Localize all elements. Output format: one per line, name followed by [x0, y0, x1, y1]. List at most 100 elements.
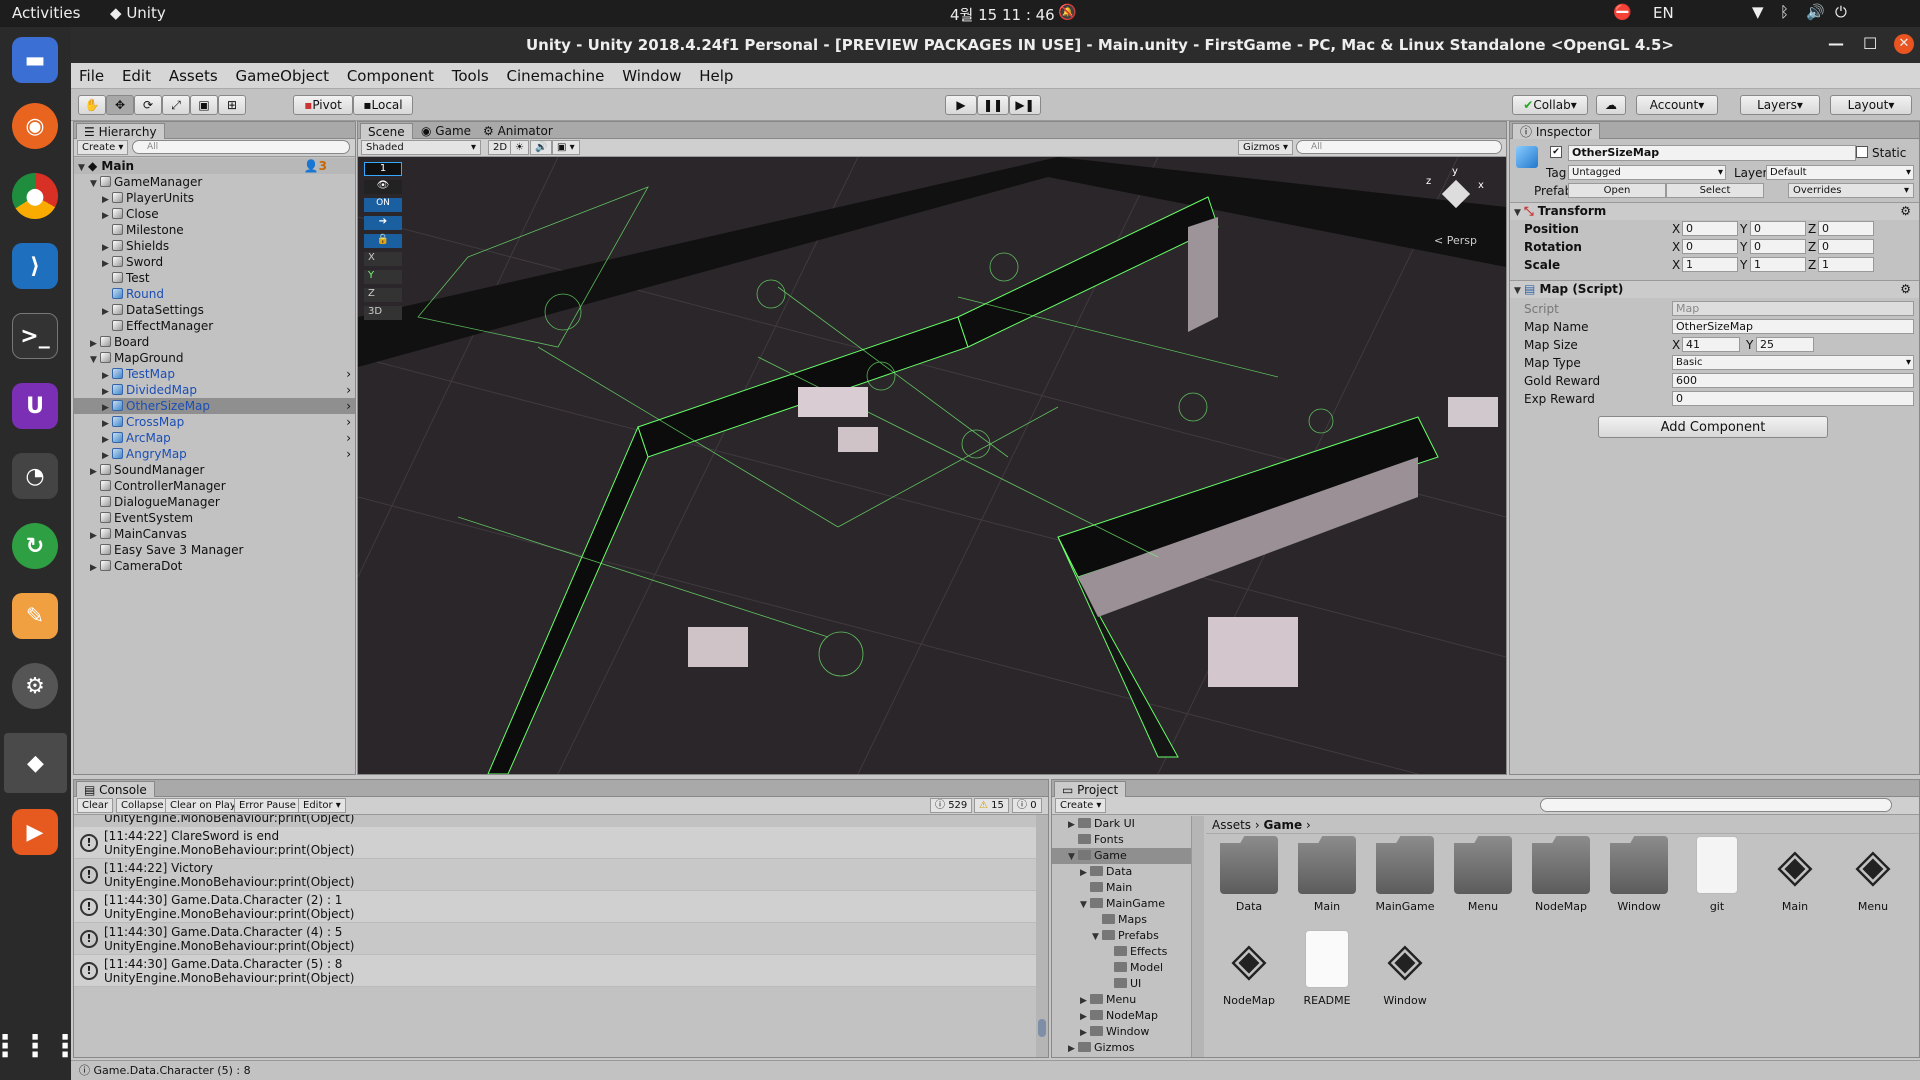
expand-arrow-icon[interactable]: ▶: [1080, 865, 1090, 881]
shading-dropdown[interactable]: Shaded ▾: [361, 140, 481, 155]
project-tree-item[interactable]: Effects: [1052, 944, 1191, 960]
local-toggle[interactable]: ▪ Local: [353, 95, 413, 115]
console-entry[interactable]: ! [11:44:30] Game.Data.Character (2) : 1U…: [74, 891, 1036, 923]
lighting-icon[interactable]: ☀: [510, 140, 529, 155]
transform-position-y-input[interactable]: 0: [1750, 221, 1806, 236]
axis-x-toggle[interactable]: X: [364, 252, 402, 266]
project-tree-item[interactable]: ▼ Prefabs: [1052, 928, 1191, 944]
collab-dropdown[interactable]: ✔ Collab ▾: [1512, 95, 1588, 115]
hierarchy-row[interactable]: ▶ CrossMap ›: [74, 414, 355, 430]
asset-item[interactable]: NodeMap: [1524, 836, 1598, 913]
transform-rotation-x-input[interactable]: 0: [1682, 239, 1738, 254]
project-tree-item[interactable]: UI: [1052, 976, 1191, 992]
component-menu-icon[interactable]: ⚙: [1900, 281, 1911, 298]
chevron-right-icon[interactable]: ›: [346, 430, 351, 446]
asset-item[interactable]: ◈ Window: [1368, 930, 1442, 1007]
project-create-button[interactable]: Create ▾: [1055, 798, 1107, 813]
chevron-right-icon[interactable]: ›: [346, 414, 351, 430]
language-indicator[interactable]: EN: [1653, 4, 1674, 22]
cloud-button[interactable]: ☁: [1596, 95, 1626, 115]
activities-button[interactable]: Activities: [12, 4, 80, 22]
project-tree-scrollbar[interactable]: [1192, 816, 1204, 1057]
play-button[interactable]: ▶: [945, 95, 977, 115]
menu-file[interactable]: File: [71, 63, 110, 85]
step-button[interactable]: ▶❚: [1009, 95, 1041, 115]
scene-root-row[interactable]: ▼ ◆ Main 👤3: [74, 158, 355, 174]
asset-item[interactable]: Window: [1602, 836, 1676, 913]
asset-item[interactable]: Data: [1212, 836, 1286, 913]
transform-header[interactable]: ▼ ⤡ Transform ⚙: [1510, 202, 1919, 220]
pivot-toggle[interactable]: ▪ Pivot: [293, 95, 353, 115]
tab-animator[interactable]: ⚙ Animator: [476, 123, 560, 139]
expand-arrow-icon[interactable]: ▶: [1080, 1009, 1090, 1025]
console-clear-button[interactable]: Clear: [77, 798, 114, 813]
gizmos-dropdown[interactable]: Gizmos ▾: [1238, 140, 1294, 155]
hierarchy-row[interactable]: ▶ PlayerUnits: [74, 190, 355, 206]
transform-position-z-input[interactable]: 0: [1818, 221, 1874, 236]
breadcrumb-assets[interactable]: Assets: [1212, 818, 1251, 832]
warning-count-toggle[interactable]: ⚠ 15: [974, 798, 1009, 813]
menu-window[interactable]: Window: [614, 63, 687, 85]
rect-tool-icon[interactable]: ▣: [190, 95, 218, 115]
transform-scale-x-input[interactable]: 1: [1682, 257, 1738, 272]
app-grid-icon[interactable]: ⋮⋮⋮: [0, 1023, 80, 1069]
effects-icon[interactable]: ▣ ▾: [552, 140, 580, 155]
expand-arrow-icon[interactable]: ▶: [1068, 1041, 1078, 1057]
terminal-icon[interactable]: >_: [12, 313, 58, 359]
hierarchy-row[interactable]: ▶ TestMap ›: [74, 366, 355, 382]
scene-count-badge[interactable]: 1: [364, 162, 402, 176]
script-field[interactable]: Map: [1672, 301, 1914, 316]
console-entry[interactable]: ! [11:44:22] Victory UnityEngine.MonoBehav…: [74, 859, 1036, 891]
tab-console[interactable]: ▤ Console: [76, 781, 155, 797]
hierarchy-row[interactable]: ▶ AngryMap ›: [74, 446, 355, 462]
mode-3d-toggle[interactable]: 3D: [364, 306, 402, 320]
project-tree-item[interactable]: ▶ Window: [1052, 1024, 1191, 1040]
asset-item[interactable]: ◈ NodeMap: [1212, 930, 1286, 1007]
settings-gear-icon[interactable]: ⚙: [12, 663, 58, 709]
hierarchy-row[interactable]: Easy Save 3 Manager: [74, 542, 355, 558]
project-search-input[interactable]: [1540, 798, 1892, 812]
power-icon[interactable]: ⏻: [1835, 3, 1847, 21]
firefox-icon[interactable]: ◉: [12, 103, 58, 149]
prefab-overrides-dropdown[interactable]: Overrides ▾: [1788, 183, 1914, 198]
menu-edit[interactable]: Edit: [114, 63, 157, 85]
static-checkbox[interactable]: [1856, 146, 1868, 158]
ubuntu-software-icon[interactable]: U: [12, 383, 58, 429]
hierarchy-row[interactable]: ▶ Close: [74, 206, 355, 222]
menu-tools[interactable]: Tools: [444, 63, 495, 85]
chrome-icon[interactable]: ●: [12, 173, 58, 219]
mode-2d-toggle[interactable]: 2D: [488, 140, 513, 155]
hierarchy-row[interactable]: Round: [74, 286, 355, 302]
tab-inspector[interactable]: ⓘ Inspector: [1512, 123, 1600, 139]
map-size-y-input[interactable]: 25: [1756, 337, 1814, 352]
map-type-dropdown[interactable]: Basic ▾: [1672, 355, 1914, 370]
layer-dropdown[interactable]: Default ▾: [1766, 165, 1914, 180]
error-count-toggle[interactable]: ⓘ 0: [1012, 798, 1042, 813]
expand-arrow-icon[interactable]: ▶: [90, 560, 100, 576]
map-script-header[interactable]: ▼ ▤ Map (Script) ⚙: [1510, 280, 1919, 298]
hierarchy-row[interactable]: ▶ Board: [74, 334, 355, 350]
scene-viewport[interactable]: [358, 157, 1506, 774]
menu-assets[interactable]: Assets: [161, 63, 224, 85]
volume-icon[interactable]: 🔊: [1806, 3, 1825, 21]
hierarchy-row[interactable]: ▶ MainCanvas: [74, 526, 355, 542]
console-clear-on-play-button[interactable]: Clear on Play: [165, 798, 241, 813]
chevron-right-icon[interactable]: ›: [346, 382, 351, 398]
console-scroll-thumb[interactable]: [1038, 1019, 1046, 1037]
asset-item[interactable]: README: [1290, 930, 1364, 1007]
transform-scale-z-input[interactable]: 1: [1818, 257, 1874, 272]
add-component-button[interactable]: Add Component: [1598, 416, 1828, 438]
project-tree-item[interactable]: ▶ Gizmos: [1052, 1040, 1191, 1056]
menu-help[interactable]: Help: [691, 63, 739, 85]
project-tree-item[interactable]: ▶ NodeMap: [1052, 1008, 1191, 1024]
project-tree-item[interactable]: Fonts: [1052, 832, 1191, 848]
asset-item[interactable]: git: [1680, 836, 1754, 913]
active-checkbox[interactable]: ✔: [1550, 146, 1562, 158]
maximize-icon[interactable]: ☐: [1863, 34, 1877, 53]
hierarchy-row[interactable]: Milestone: [74, 222, 355, 238]
project-tree-item[interactable]: ▼ MainGame: [1052, 896, 1191, 912]
hierarchy-row[interactable]: ▼ GameManager: [74, 174, 355, 190]
project-tree-item[interactable]: ▶ Data: [1052, 864, 1191, 880]
menu-gameobject[interactable]: GameObject: [227, 63, 335, 85]
chevron-right-icon[interactable]: ›: [346, 366, 351, 382]
